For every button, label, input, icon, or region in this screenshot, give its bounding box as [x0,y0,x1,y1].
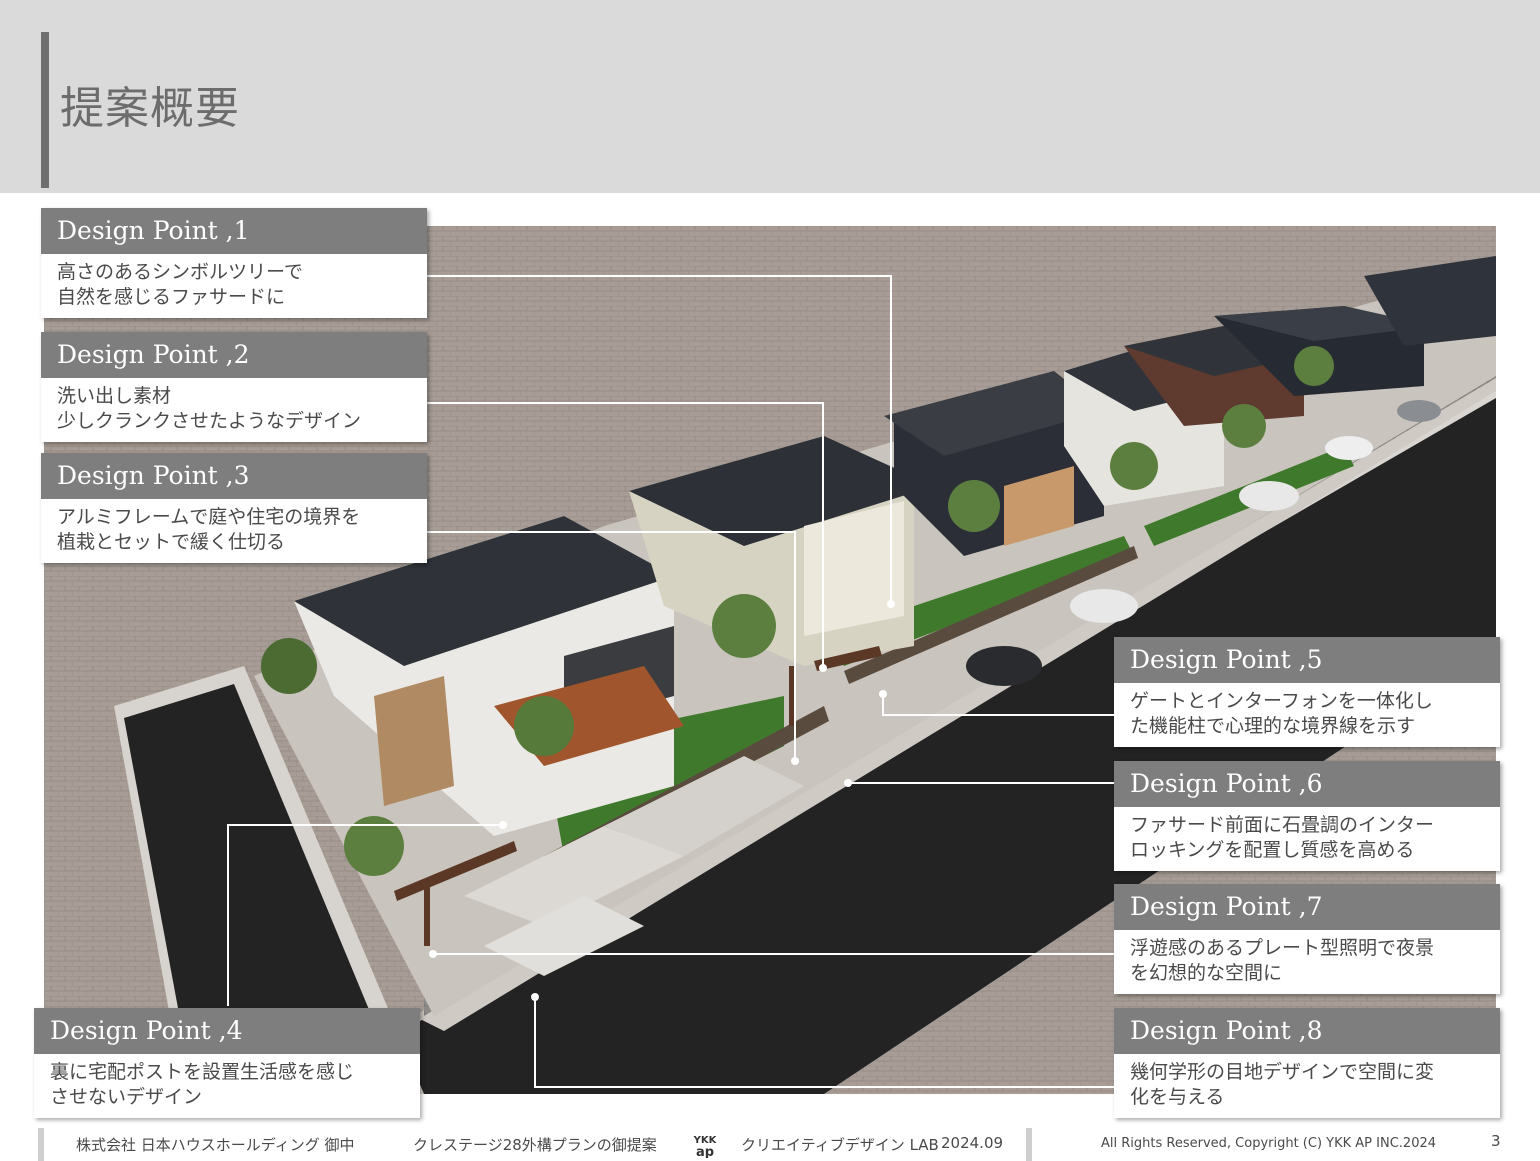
design-point-5-callout: Design Point ,5 ゲートとインターフォンを一体化し た機能柱で心理… [1114,637,1500,747]
callout-line: アルミフレームで庭や住宅の境界を [57,506,361,528]
design-point-1-text: 高さのあるシンボルツリーで 自然を感じるファサードに [41,254,427,318]
callout-line: 化を与える [1130,1086,1225,1108]
callout-line: 幾何学形の目地デザインで空間に変 [1130,1061,1435,1083]
footer-divider [38,1128,44,1161]
callout-line: 洗い出し素材 [57,385,172,407]
callout-line: 植栽とセットで緩く仕切る [57,531,286,553]
design-point-3-text: アルミフレームで庭や住宅の境界を 植栽とセットで緩く仕切る [41,499,427,563]
footer-copyright: All Rights Reserved, Copyright (C) YKK A… [1101,1136,1437,1151]
callout-line: 裏に宅配ポストを設置生活感を感じ [50,1061,355,1083]
design-point-1-title: Design Point ,1 [41,208,427,254]
callout-line: 高さのあるシンボルツリーで [57,261,303,283]
design-point-2-text: 洗い出し素材 少しクランクさせたようなデザイン [41,378,427,442]
svg-text:ap: ap [696,1145,714,1158]
ykk-ap-logo-icon: YKK ap [693,1135,718,1158]
callout-line: 浮遊感のあるプレート型照明で夜景 [1130,937,1435,959]
footer-lab: クリエイティブデザイン LAB [741,1136,939,1154]
page-number: 3 [1491,1132,1501,1150]
design-point-1-callout: Design Point ,1 高さのあるシンボルツリーで 自然を感じるファサー… [41,208,427,318]
design-point-3-title: Design Point ,3 [41,453,427,499]
design-point-6-text: ファサード前面に石畳調のインター ロッキングを配置し質感を高める [1114,807,1500,871]
design-point-2-callout: Design Point ,2 洗い出し素材 少しクランクさせたようなデザイン [41,332,427,442]
footer-date: 2024.09 [941,1134,1004,1152]
callout-line: 少しクランクさせたようなデザイン [57,410,362,432]
design-point-5-text: ゲートとインターフォンを一体化し た機能柱で心理的な境界線を示す [1114,683,1500,747]
design-point-7-callout: Design Point ,7 浮遊感のあるプレート型照明で夜景 を幻想的な空間… [1114,884,1500,994]
callout-line: ファサード前面に石畳調のインター [1130,814,1435,836]
footer-divider [1026,1128,1032,1161]
design-point-8-callout: Design Point ,8 幾何学形の目地デザインで空間に変 化を与える [1114,1008,1500,1118]
design-point-2-title: Design Point ,2 [41,332,427,378]
design-point-4-callout: Design Point ,4 裏に宅配ポストを設置生活感を感じ させないデザイ… [34,1008,420,1118]
callout-line: 自然を感じるファサードに [57,286,286,308]
design-point-6-title: Design Point ,6 [1114,761,1500,807]
design-point-5-title: Design Point ,5 [1114,637,1500,683]
title-band: 提案概要 [0,0,1540,193]
page-title: 提案概要 [60,83,240,134]
callout-line: ロッキングを配置し質感を高める [1130,839,1415,861]
footer: 株式会社 日本ハウスホールディング 御中 クレステージ28外構プランの御提案 Y… [0,1128,1540,1161]
footer-client: 株式会社 日本ハウスホールディング 御中 [76,1136,355,1154]
design-point-4-text: 裏に宅配ポストを設置生活感を感じ させないデザイン [34,1054,420,1118]
callout-line: た機能柱で心理的な境界線を示す [1130,715,1416,737]
design-point-8-title: Design Point ,8 [1114,1008,1500,1054]
callout-line: させないデザイン [50,1086,203,1108]
callout-line: ゲートとインターフォンを一体化し [1130,690,1433,712]
design-point-7-text: 浮遊感のあるプレート型照明で夜景 を幻想的な空間に [1114,930,1500,994]
design-point-3-callout: Design Point ,3 アルミフレームで庭や住宅の境界を 植栽とセットで… [41,453,427,563]
callout-line: を幻想的な空間に [1130,962,1283,984]
design-point-7-title: Design Point ,7 [1114,884,1500,930]
footer-project: クレステージ28外構プランの御提案 [413,1136,657,1154]
design-point-4-title: Design Point ,4 [34,1008,420,1054]
title-accent-bar [41,32,49,188]
design-point-6-callout: Design Point ,6 ファサード前面に石畳調のインター ロッキングを配… [1114,761,1500,871]
design-point-8-text: 幾何学形の目地デザインで空間に変 化を与える [1114,1054,1500,1118]
